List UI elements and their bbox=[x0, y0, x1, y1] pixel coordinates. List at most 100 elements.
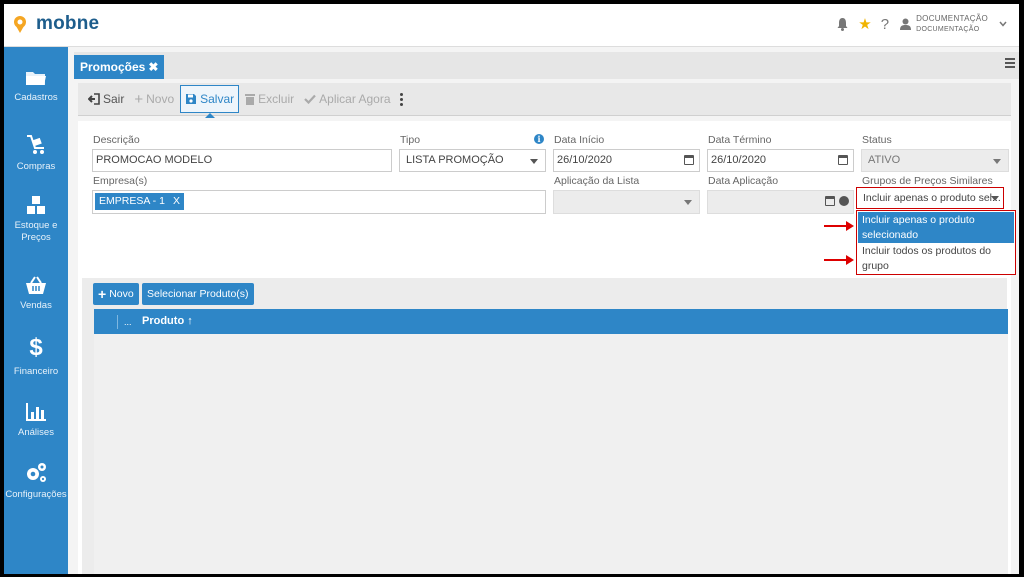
clock-icon[interactable] bbox=[839, 196, 849, 206]
tab-promocoes[interactable]: Promoções ✖ bbox=[74, 55, 165, 79]
status-select[interactable]: ATIVO bbox=[861, 149, 1009, 172]
user-org: DOCUMENTAÇÃO bbox=[916, 26, 980, 33]
gears-icon bbox=[27, 463, 46, 482]
empresas-input[interactable]: EMPRESA - 1 X bbox=[92, 190, 546, 214]
grid-new-label: Novo bbox=[109, 288, 134, 300]
grid-header: ... Produto ↑ bbox=[94, 309, 1008, 334]
data-termino-label: Data Término bbox=[708, 134, 772, 146]
exit-button[interactable]: Sair bbox=[84, 85, 128, 113]
new-label: Novo bbox=[146, 92, 175, 106]
sidebar-item-compras[interactable]: Compras bbox=[4, 134, 68, 173]
data-inicio-value: 26/10/2020 bbox=[557, 154, 613, 166]
tipo-select[interactable]: LISTA PROMOÇÃO bbox=[399, 149, 546, 172]
user-name: DOCUMENTAÇÃO bbox=[916, 14, 988, 23]
column-options[interactable]: ... bbox=[124, 317, 132, 327]
bell-icon[interactable] bbox=[836, 17, 849, 31]
grid-body bbox=[94, 334, 1008, 574]
data-inicio-input[interactable]: 26/10/2020 bbox=[553, 149, 700, 172]
grupos-label: Grupos de Preços Similares bbox=[862, 175, 993, 187]
logo-mark-icon bbox=[14, 16, 26, 33]
delete-button[interactable]: Excluir bbox=[241, 85, 298, 113]
grupos-select[interactable]: Incluir apenas o produto sel... bbox=[856, 187, 1004, 209]
sidebar-item-cadastros[interactable]: Cadastros bbox=[4, 69, 68, 104]
app-name: mobne bbox=[36, 13, 100, 34]
help-icon[interactable]: ? bbox=[881, 16, 889, 33]
tab-strip: Promoções ✖ bbox=[74, 52, 1019, 79]
data-inicio-label: Data Início bbox=[554, 134, 605, 146]
info-icon[interactable]: i bbox=[534, 134, 544, 144]
chevron-down-icon[interactable] bbox=[999, 21, 1007, 27]
close-icon[interactable]: ✖ bbox=[148, 55, 158, 79]
user-icon bbox=[900, 18, 912, 30]
plus-icon: + bbox=[134, 90, 144, 108]
caret-down-icon bbox=[993, 159, 1001, 164]
boxes-icon bbox=[27, 196, 45, 214]
sign-out-icon bbox=[88, 93, 100, 105]
grupos-dropdown-list: Incluir apenas o produto selecionado Inc… bbox=[856, 210, 1016, 275]
tab-label: Promoções bbox=[80, 60, 146, 74]
produto-column-label: Produto bbox=[142, 315, 185, 327]
remove-chip-icon[interactable]: X bbox=[173, 193, 180, 210]
plus-icon: + bbox=[98, 286, 107, 302]
trash-icon bbox=[245, 94, 256, 105]
option-incluir-apenas[interactable]: Incluir apenas o produto selecionado bbox=[858, 212, 1014, 243]
data-aplicacao-input[interactable] bbox=[707, 190, 854, 214]
bar-chart-icon bbox=[26, 403, 46, 421]
grupos-value: Incluir apenas o produto sel... bbox=[863, 192, 1001, 204]
red-arrow-annotation bbox=[824, 255, 854, 265]
sidebar-item-label: Vendas bbox=[20, 300, 52, 311]
toolbar: Sair + Novo Salvar Excluir Aplicar Agora bbox=[78, 83, 1011, 118]
grid-new-button[interactable]: + Novo bbox=[93, 283, 139, 305]
top-actions: ★ ? DOCUMENTAÇÃO DOCUMENTAÇÃO bbox=[836, 13, 1007, 35]
check-icon bbox=[304, 94, 316, 104]
caret-down-icon bbox=[991, 196, 999, 201]
aplicacao-lista-select[interactable] bbox=[553, 190, 700, 214]
apply-now-button[interactable]: Aplicar Agora bbox=[300, 85, 394, 113]
empresas-label: Empresa(s) bbox=[93, 175, 148, 187]
sidebar: Cadastros Compras Estoque e Preços Venda… bbox=[4, 47, 68, 574]
app-logo[interactable]: mobne bbox=[10, 13, 99, 35]
tipo-value: LISTA PROMOÇÃO bbox=[406, 154, 504, 166]
user-menu[interactable]: DOCUMENTAÇÃO DOCUMENTAÇÃO bbox=[900, 13, 1007, 35]
sidebar-item-label: Cadastros bbox=[14, 92, 58, 103]
app-frame: mobne ★ ? DOCUMENTAÇÃO DOCUMENTAÇÃO Cada… bbox=[4, 4, 1019, 574]
sidebar-item-configuracoes[interactable]: Configurações bbox=[4, 462, 68, 501]
select-products-label: Selecionar Produto(s) bbox=[147, 288, 249, 300]
sidebar-item-label: Compras bbox=[16, 161, 56, 172]
new-button[interactable]: + Novo bbox=[130, 85, 178, 113]
sidebar-item-financeiro[interactable]: $ Financeiro bbox=[4, 335, 68, 378]
sidebar-item-label: Financeiro bbox=[13, 366, 59, 377]
data-termino-value: 26/10/2020 bbox=[711, 154, 767, 166]
sidebar-item-analises[interactable]: Análises bbox=[4, 402, 68, 439]
sort-up-icon: ↑ bbox=[187, 315, 193, 327]
sidebar-item-label: Estoque e Preços bbox=[14, 220, 58, 243]
save-label: Salvar bbox=[200, 92, 235, 106]
sidebar-item-vendas[interactable]: Vendas bbox=[4, 275, 68, 312]
empresa-chip-label: EMPRESA - 1 bbox=[99, 195, 165, 207]
sidebar-item-label: Análises bbox=[18, 427, 54, 438]
hamburger-menu-icon[interactable] bbox=[1005, 58, 1015, 70]
option-incluir-todos[interactable]: Incluir todos os produtos do grupo bbox=[858, 244, 1014, 274]
descricao-input[interactable]: PROMOCAO MODELO bbox=[92, 149, 392, 172]
caret-down-icon bbox=[530, 159, 538, 164]
save-button[interactable]: Salvar bbox=[180, 85, 240, 118]
apply-now-label: Aplicar Agora bbox=[319, 92, 391, 106]
more-options-icon[interactable] bbox=[399, 92, 403, 106]
status-label: Status bbox=[862, 134, 892, 146]
produto-column-header[interactable]: Produto ↑ bbox=[142, 315, 193, 327]
sidebar-item-estoque[interactable]: Estoque e Preços bbox=[4, 195, 68, 244]
calendar-icon[interactable] bbox=[684, 155, 694, 165]
select-products-button[interactable]: Selecionar Produto(s) bbox=[142, 283, 254, 305]
status-value: ATIVO bbox=[868, 154, 901, 166]
calendar-icon[interactable] bbox=[825, 196, 835, 206]
delete-label: Excluir bbox=[258, 92, 295, 106]
empresa-chip: EMPRESA - 1 X bbox=[95, 193, 184, 210]
basket-icon bbox=[26, 276, 46, 294]
aplicacao-lista-label: Aplicação da Lista bbox=[554, 175, 640, 187]
star-icon[interactable]: ★ bbox=[858, 15, 871, 33]
data-aplicacao-label: Data Aplicação bbox=[708, 175, 779, 187]
caret-down-icon bbox=[684, 200, 692, 205]
dollar-icon: $ bbox=[29, 334, 43, 361]
data-termino-input[interactable]: 26/10/2020 bbox=[707, 149, 854, 172]
calendar-icon[interactable] bbox=[838, 155, 848, 165]
